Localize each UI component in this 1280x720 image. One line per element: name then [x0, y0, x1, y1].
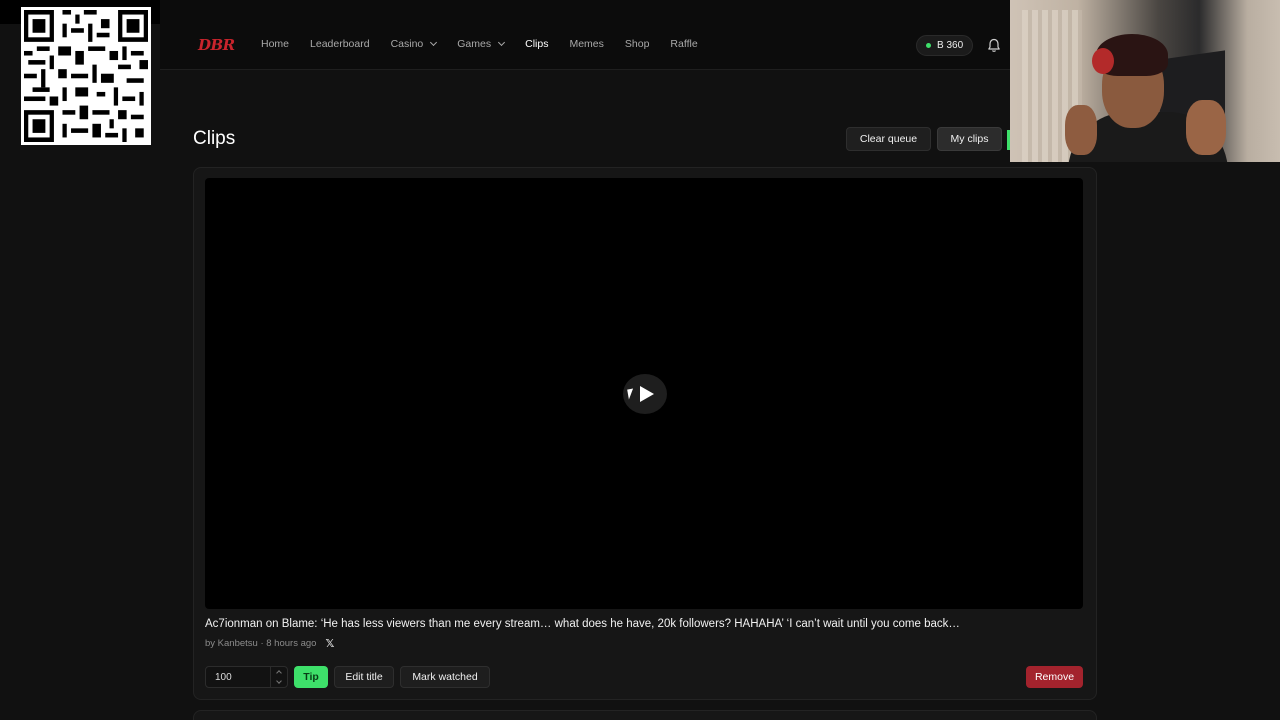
nav-item-casino[interactable]: Casino: [390, 38, 438, 50]
clip-author-time: by Kanbetsu · 8 hours ago: [205, 638, 317, 649]
main-nav: Home Leaderboard Casino Games Clips Meme…: [261, 38, 719, 50]
nav-item-memes[interactable]: Memes: [569, 38, 603, 50]
remove-button[interactable]: Remove: [1026, 666, 1083, 688]
page-title: Clips: [193, 128, 236, 149]
balance-amount: B 360: [937, 40, 964, 51]
webcam-overlay: [1010, 0, 1280, 162]
clip-title: Ac7ionman on Blame: ‘He has less viewers…: [205, 618, 960, 630]
clip-meta: by Kanbetsu · 8 hours ago 𝕏: [205, 637, 334, 650]
nav-item-clips[interactable]: Clips: [525, 38, 548, 50]
play-icon: [640, 386, 654, 402]
qr-code-image: [21, 7, 151, 145]
bell-icon[interactable]: [987, 38, 1001, 53]
submit-clip-button-edge[interactable]: [1007, 130, 1010, 150]
brand-logo[interactable]: DBR: [198, 36, 235, 54]
next-clip-card: [193, 710, 1097, 720]
my-clips-button[interactable]: My clips: [937, 127, 1002, 151]
chevron-down-icon: [498, 38, 506, 47]
nav-label: Shop: [624, 38, 650, 50]
qr-code-icon: [24, 10, 148, 142]
chevron-up-icon[interactable]: [276, 670, 282, 676]
nav-item-raffle[interactable]: Raffle: [670, 38, 697, 50]
online-status-icon: [926, 43, 931, 48]
top-navigation-bar: [160, 0, 1010, 70]
webcam-hand-left: [1065, 105, 1097, 155]
nav-label: Casino: [390, 38, 424, 50]
nav-label: Memes: [569, 38, 604, 50]
edit-title-button[interactable]: Edit title: [334, 666, 394, 688]
nav-label: Raffle: [670, 38, 698, 50]
balance-badge[interactable]: B 360: [916, 35, 974, 56]
tip-button[interactable]: Tip: [294, 666, 328, 688]
clear-queue-button[interactable]: Clear queue: [846, 127, 931, 151]
nav-item-games[interactable]: Games: [457, 38, 506, 50]
nav-label: Leaderboard: [310, 38, 370, 50]
mark-watched-button[interactable]: Mark watched: [400, 666, 490, 688]
chevron-down-icon[interactable]: [276, 678, 282, 684]
webcam-hair-highlight: [1092, 48, 1114, 74]
nav-label: Home: [261, 38, 290, 50]
nav-item-home[interactable]: Home: [261, 38, 289, 50]
chevron-down-icon: [430, 38, 438, 47]
nav-label: Games: [457, 38, 492, 50]
tip-amount-stepper[interactable]: [270, 667, 287, 687]
webcam-hand-right: [1186, 100, 1226, 155]
nav-label: Clips: [525, 38, 549, 50]
nav-item-leaderboard[interactable]: Leaderboard: [310, 38, 370, 50]
nav-item-shop[interactable]: Shop: [625, 38, 650, 50]
x-logo-icon[interactable]: 𝕏: [325, 637, 334, 650]
